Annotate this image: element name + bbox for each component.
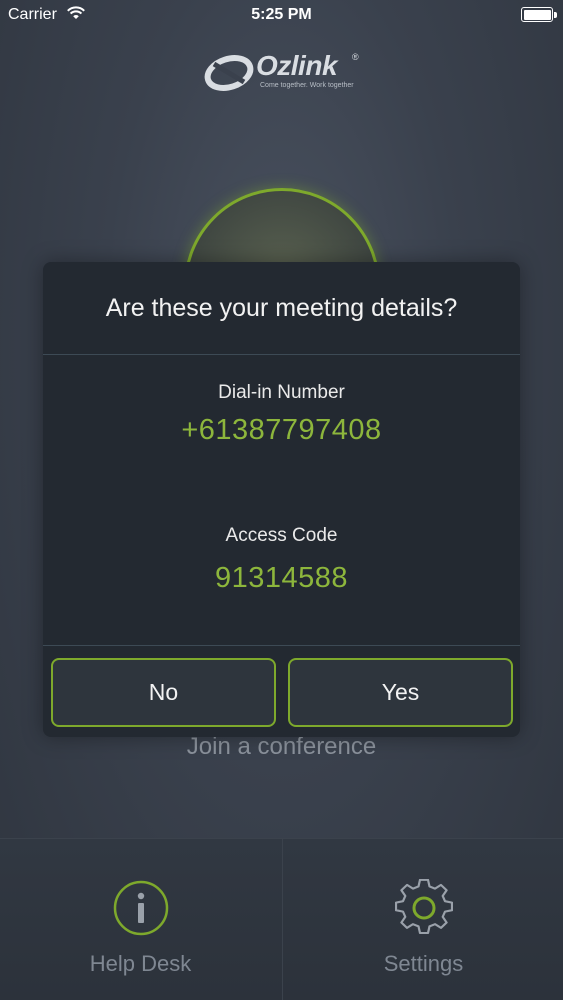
dial-in-number: +61387797408 [181,414,382,446]
tab-settings-label: Settings [383,951,464,976]
ozlink-logo-mark [204,55,254,91]
status-bar: Carrier 5:25 PM [0,0,563,30]
logo-wordmark: Ozlink [256,50,338,81]
dialog-title: Are these your meeting details? [105,293,458,322]
dialog-divider [43,645,520,646]
no-button[interactable]: No [51,658,276,727]
logo-tagline: Come together. Work together [260,82,354,89]
ozlink-logo: Ozlink ® Come together. Work together [204,50,364,94]
tab-help-desk[interactable]: Help Desk [0,839,281,1000]
info-icon [113,880,169,936]
dial-in-label: Dial-in Number [218,382,345,403]
battery-icon [521,7,557,22]
access-code-label: Access Code [225,525,338,546]
tab-help-desk-label: Help Desk [89,951,192,976]
access-code-value: 91314588 [214,562,349,594]
join-conference-label: Join a conference [186,733,377,760]
tab-bar: Help Desk Settings [0,838,563,1000]
dialog-divider [43,354,520,355]
meeting-details-dialog: Are these your meeting details? Dial-in … [43,262,520,737]
gear-icon [395,879,453,935]
tab-settings[interactable]: Settings [282,839,563,1000]
yes-button[interactable]: Yes [288,658,513,727]
clock: 5:25 PM [251,6,312,23]
logo-registered-mark: ® [352,52,359,62]
